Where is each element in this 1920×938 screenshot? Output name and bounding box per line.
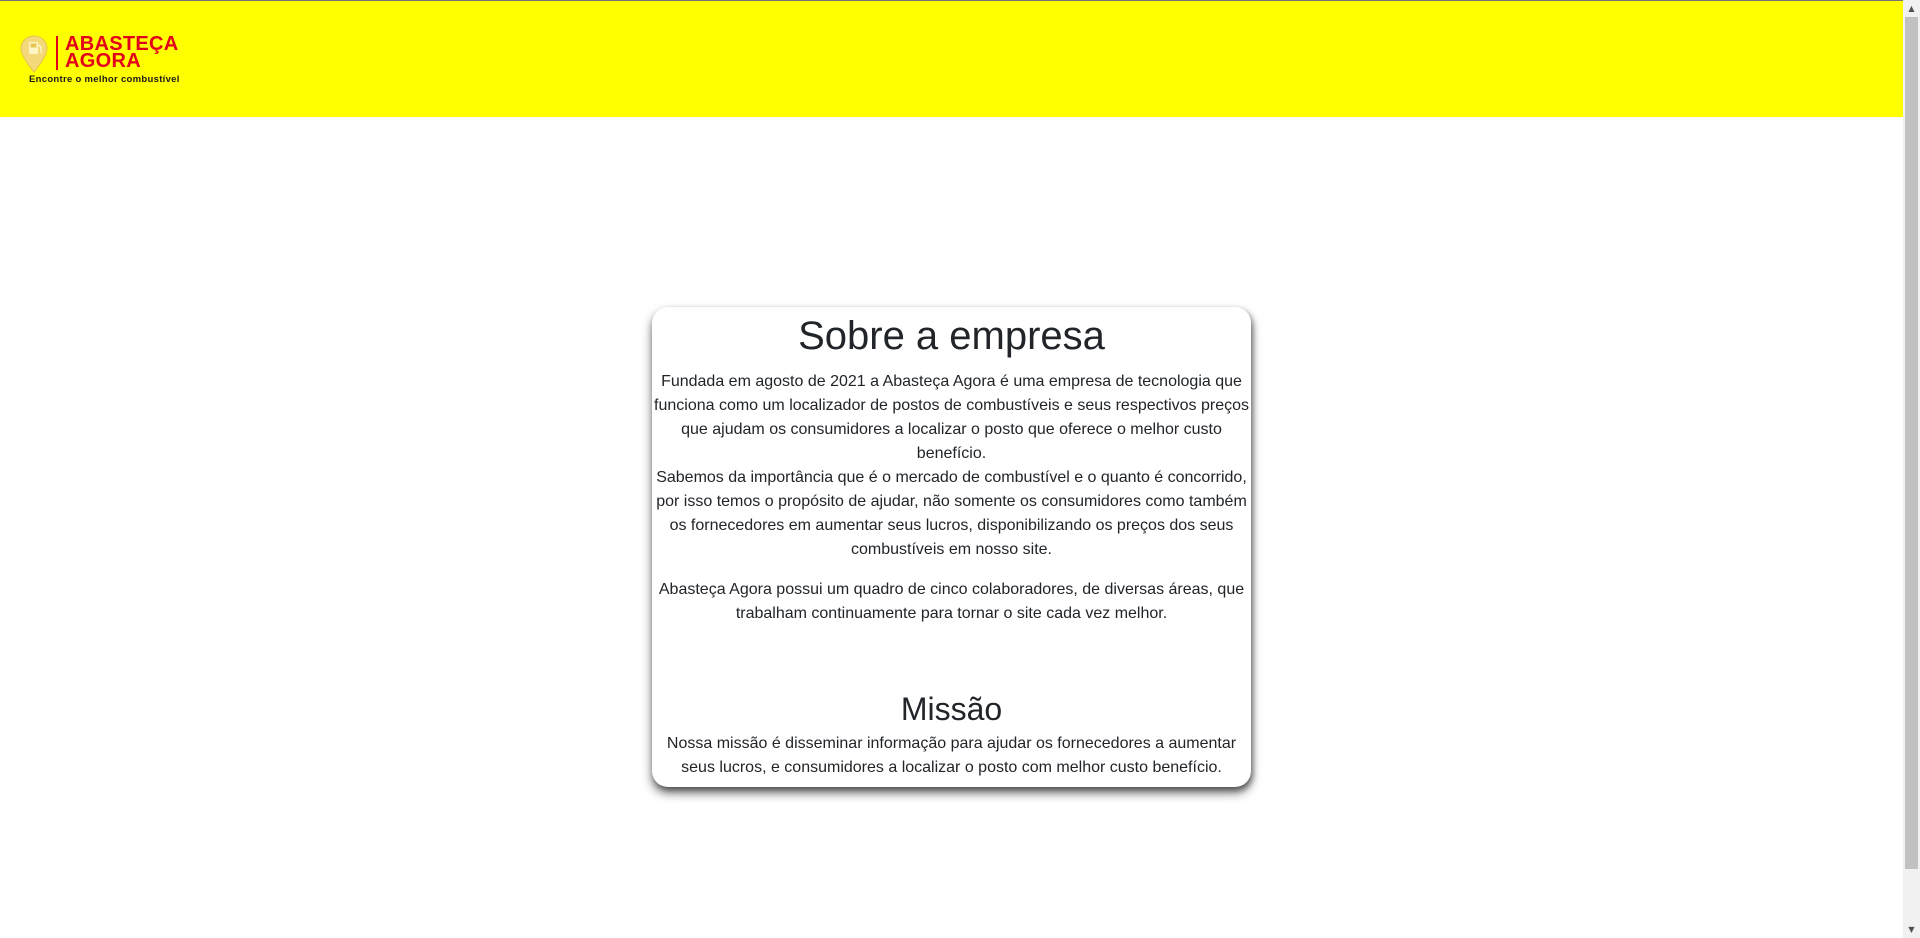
mission-title: Missão: [900, 691, 1003, 727]
site-logo[interactable]: ABASTEÇA AGORA Encontre o melhor combust…: [20, 34, 220, 86]
vertical-scrollbar[interactable]: ▲ ▼: [1903, 0, 1920, 938]
about-paragraph-purpose: Sabemos da importância que é o mercado d…: [656, 469, 1247, 558]
mission-text: Nossa missão é disseminar informação par…: [666, 735, 1237, 776]
about-card: Sobre a empresa Fundada em agosto de 202…: [652, 307, 1251, 787]
about-paragraph-founding: Fundada em agosto de 2021 a Abasteça Ago…: [654, 373, 1249, 462]
map-pin-fuel-icon: [20, 35, 48, 73]
scroll-down-arrow-icon[interactable]: ▼: [1903, 921, 1920, 938]
page: ABASTEÇA AGORA Encontre o melhor combust…: [0, 0, 1903, 938]
site-header: ABASTEÇA AGORA Encontre o melhor combust…: [0, 1, 1903, 117]
about-title: Sobre a empresa: [798, 314, 1105, 358]
scrollbar-thumb[interactable]: [1905, 17, 1918, 869]
about-paragraph-team: Abasteça Agora possui um quadro de cinco…: [658, 581, 1245, 622]
logo-tagline: Encontre o melhor combustível: [29, 74, 180, 85]
scroll-up-arrow-icon[interactable]: ▲: [1903, 0, 1920, 17]
logo-text-line2: AGORA: [65, 50, 141, 72]
logo-divider: [56, 36, 58, 70]
